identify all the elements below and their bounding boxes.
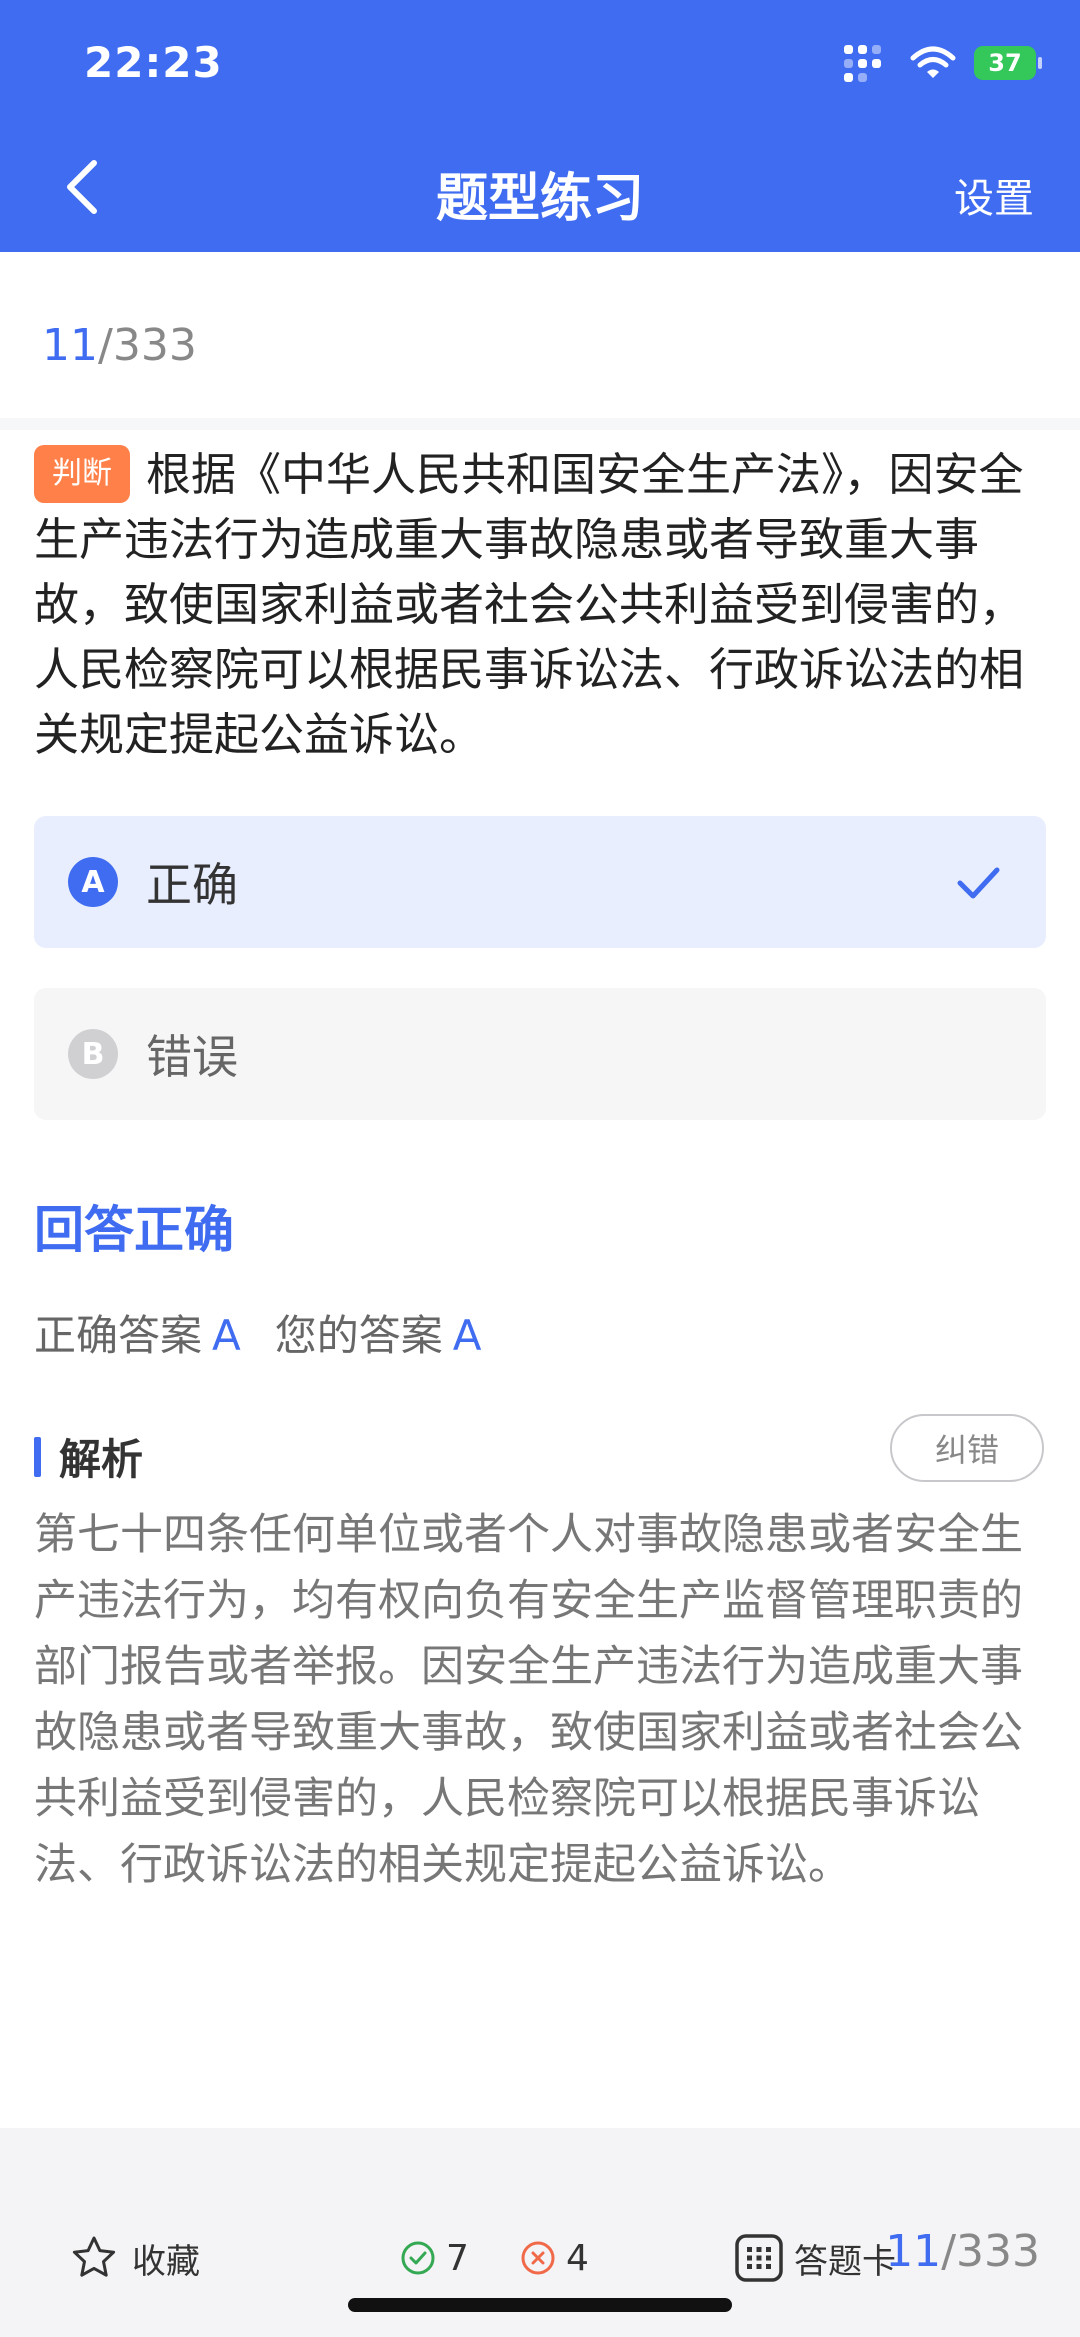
status-time: 22:23 [84,38,223,87]
wrong-count: 4 [520,2228,589,2288]
status-icons: 37 [844,44,1042,82]
analysis-text: 第七十四条任何单位或者个人对事故隐患或者安全生产违法行为，均有权向负有安全生产监… [34,1510,1023,1890]
battery-level: 37 [988,49,1022,77]
cellular-signal-icon [844,44,892,82]
settings-button[interactable]: 设置 [954,166,1034,224]
checkmark-icon [957,867,1000,899]
wrong-count-value: 4 [566,2237,589,2279]
x-circle-icon [521,2241,555,2275]
correct-count-value: 7 [446,2237,469,2279]
favorite-label: 收藏 [132,2241,200,2282]
bottom-total-number: /333 [941,2226,1040,2277]
favorite-button[interactable]: 收藏 [70,2228,200,2288]
option-b-text: 错误 [146,1030,238,1084]
grid-icon [735,2234,783,2282]
total-questions: /333 [98,320,197,371]
correct-count: 7 [400,2228,469,2288]
answer-card-label: 答题卡 [794,2241,896,2282]
correct-answer-label: 正确答案 [34,1311,203,1360]
option-a-letter: A [68,857,118,907]
check-circle-icon [401,2241,435,2275]
analysis-heading: 解析 [34,1426,143,1487]
question-type-tag: 判断 [34,445,130,503]
star-icon [72,2236,116,2277]
answer-card-button[interactable]: 答题卡 [734,2228,896,2288]
result-status: 回答正确 [34,1201,234,1259]
option-a[interactable]: A 正确 [34,816,1046,948]
question-stem: 判断 根据《中华人民共和国安全生产法》，因安全生产违法行为造成重大事故隐患或者导致… [34,442,1044,767]
option-b-letter: B [68,1029,118,1079]
page-title: 题型练习 [435,169,644,229]
correct-answer-value: A [212,1311,241,1360]
option-b[interactable]: B 错误 [34,988,1046,1120]
option-a-text: 正确 [146,858,238,912]
analysis-title: 解析 [59,1435,144,1484]
question-text: 根据《中华人民共和国安全生产法》，因安全生产违法行为造成重大事故隐患或者导致重大… [34,448,1025,761]
question-counter: 11/333 [42,320,197,371]
bottom-current-number: 11 [885,2226,942,2277]
top-header: 22:23 37 题型练习 设置 [0,0,1080,252]
your-answer-label: 您的答案 [274,1311,443,1360]
home-indicator[interactable] [348,2298,732,2312]
report-error-button[interactable]: 纠错 [890,1414,1044,1482]
wifi-icon [910,46,956,78]
divider [0,418,1080,430]
accent-bar [34,1436,41,1477]
battery-icon: 37 [974,46,1042,80]
your-answer-value: A [452,1311,482,1360]
bottom-question-counter: 11/333 [885,2226,1040,2277]
current-question-number: 11 [42,320,98,371]
answer-summary: 正确答案 A 您的答案 A [34,1302,516,1363]
